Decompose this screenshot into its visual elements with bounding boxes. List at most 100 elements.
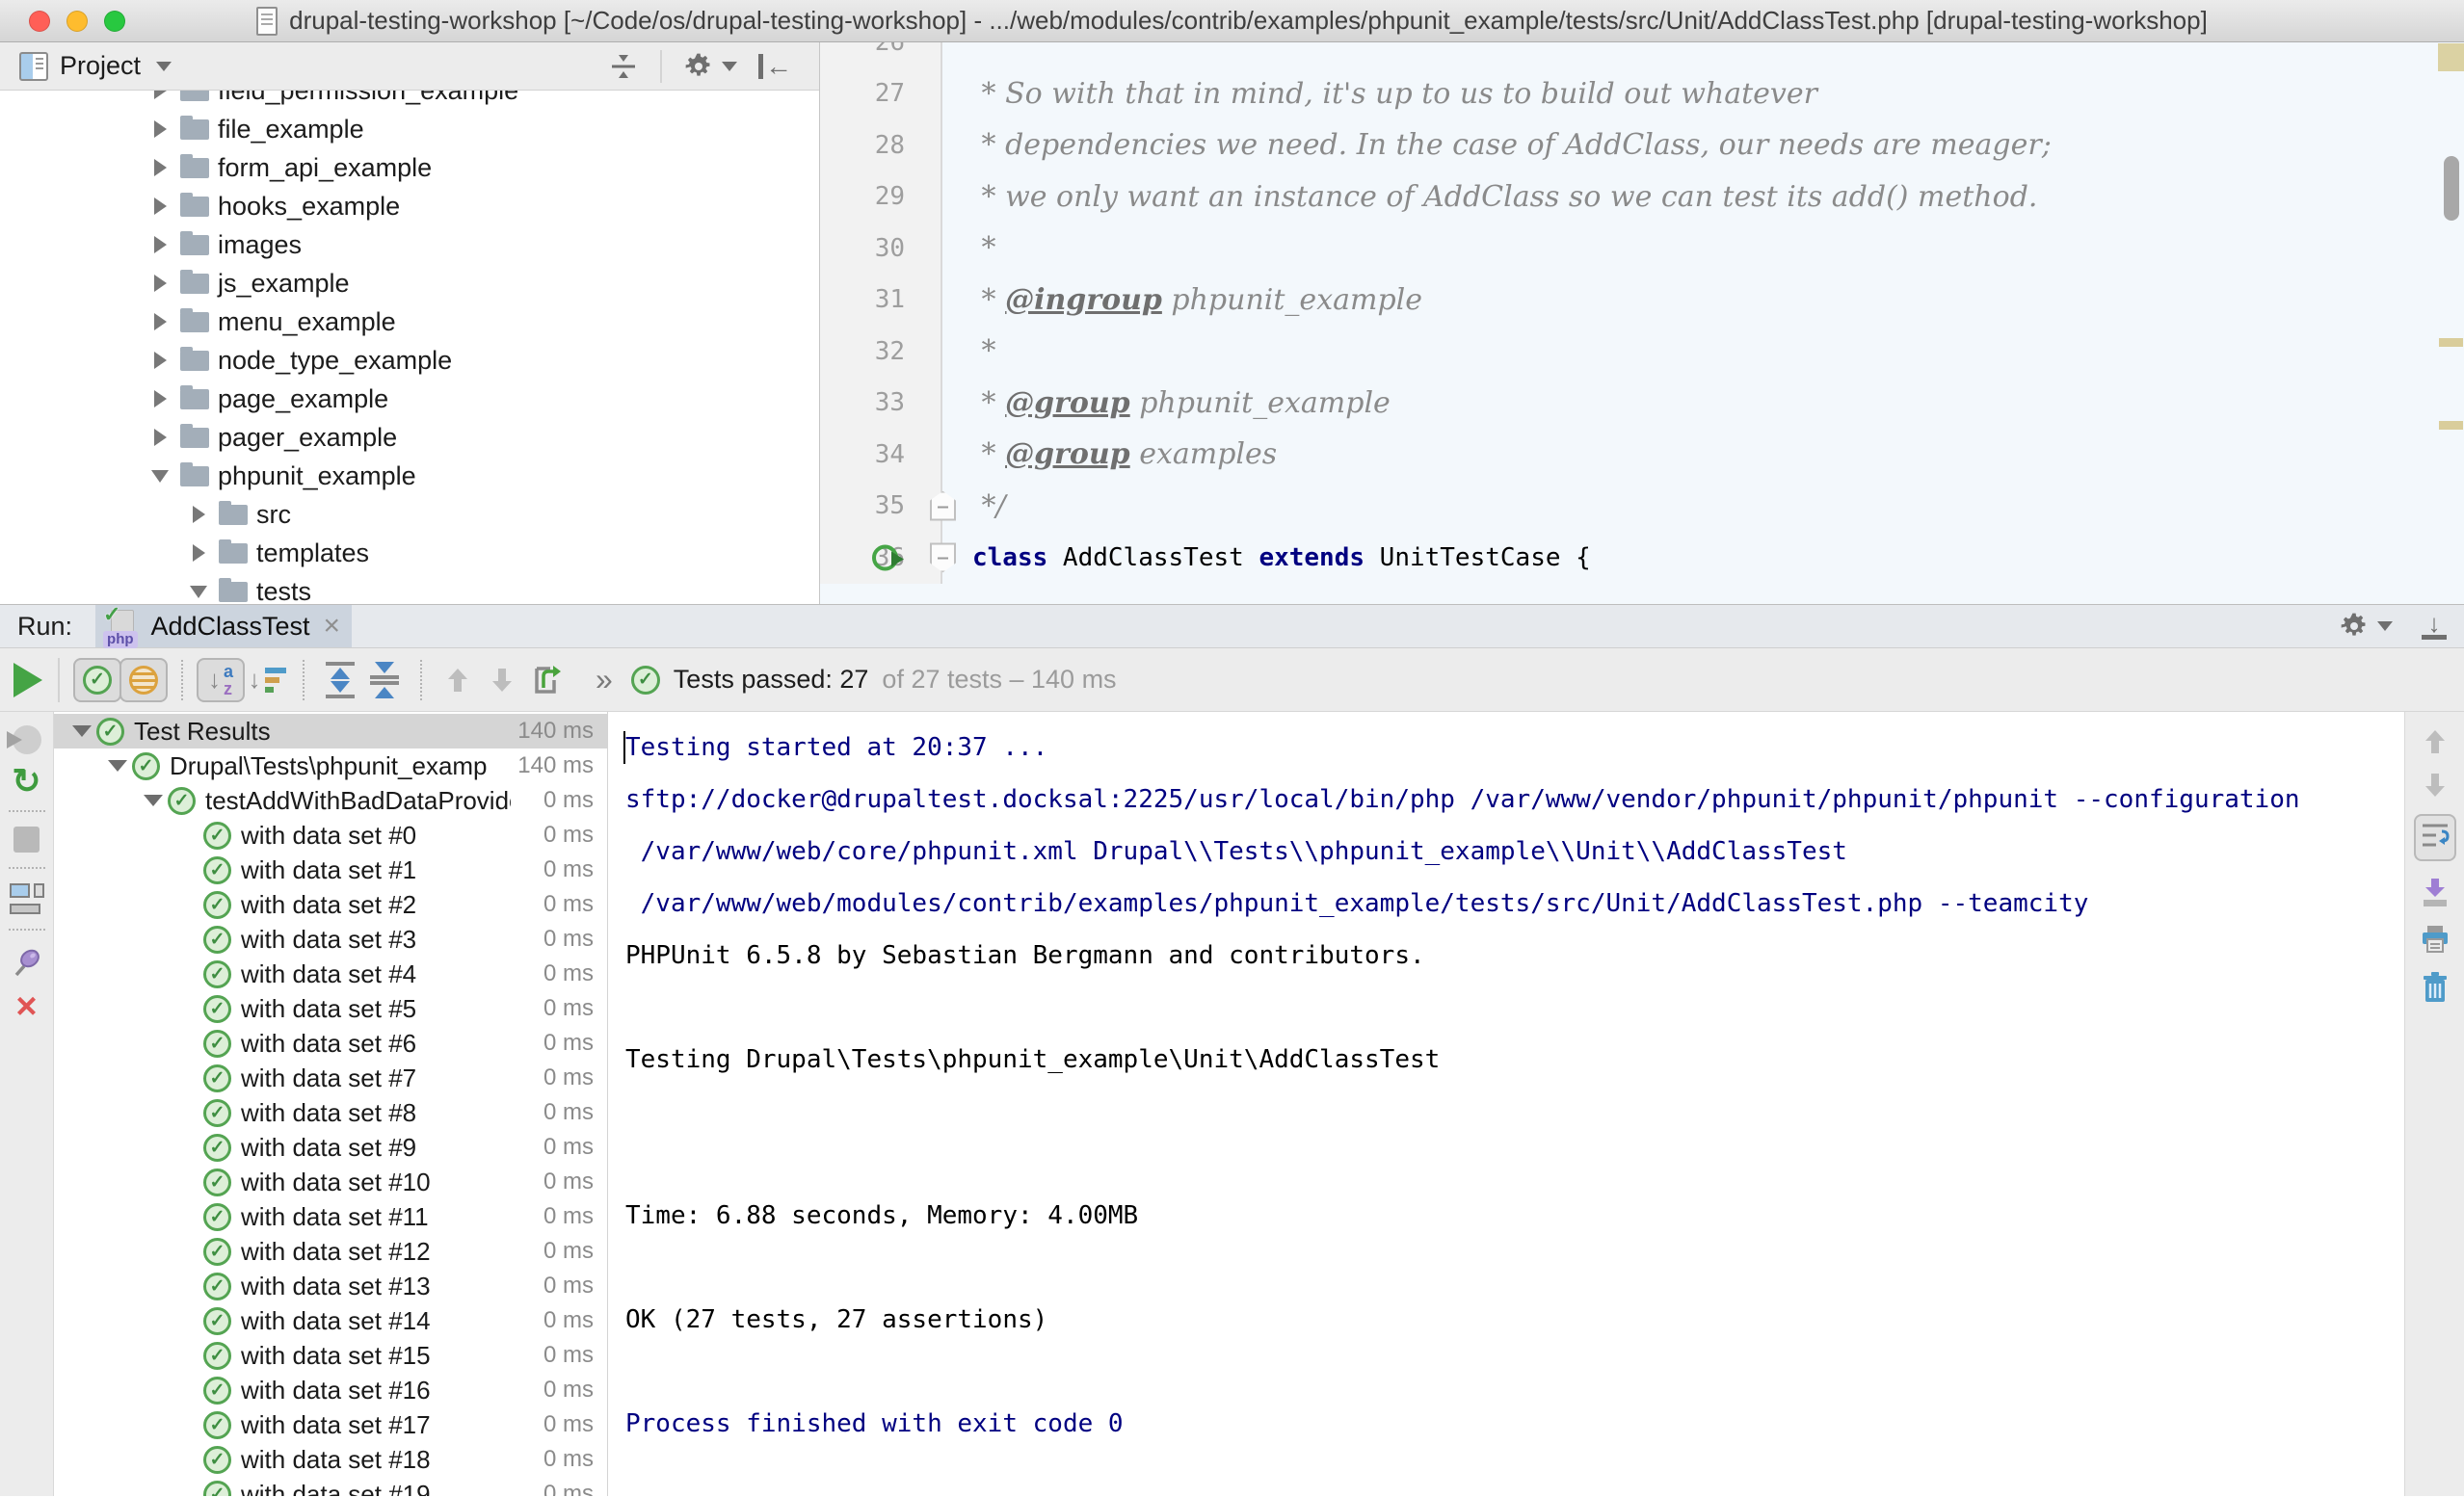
tree-expand-arrow-icon[interactable] <box>67 725 96 737</box>
project-panel-title[interactable]: Project <box>60 51 141 81</box>
test-tree-row[interactable]: with data set #1 0 ms <box>54 853 607 887</box>
editor-gutter[interactable]: 35 <box>820 481 942 533</box>
project-tree-row[interactable]: tests <box>0 572 819 604</box>
project-tree-row[interactable]: page_example <box>0 380 819 418</box>
import-test-results-button[interactable] <box>524 658 569 702</box>
clear-all-icon[interactable] <box>2420 970 2451 1005</box>
previous-occurrence-button[interactable] <box>436 658 480 702</box>
test-tree-row[interactable]: with data set #7 0 ms <box>54 1061 607 1095</box>
test-tree-row[interactable]: with data set #5 0 ms <box>54 991 607 1026</box>
test-tree-row[interactable]: with data set #15 0 ms <box>54 1338 607 1373</box>
editor-gutter[interactable]: 31 <box>820 275 942 327</box>
tree-expand-arrow-icon[interactable] <box>185 586 212 598</box>
sort-by-duration-button[interactable]: ↓ <box>245 658 289 702</box>
editor-gutter[interactable]: 28 <box>820 119 942 171</box>
editor-gutter[interactable]: 30 <box>820 223 942 275</box>
editor-scrollbar-thumb[interactable] <box>2444 156 2459 221</box>
project-tree-row[interactable]: js_example <box>0 264 819 302</box>
tree-expand-arrow-icon[interactable] <box>103 760 132 772</box>
rerun-failed-tests-icon[interactable]: ↻ <box>12 767 40 796</box>
collapse-panels-icon[interactable] <box>608 51 639 82</box>
stop-icon[interactable] <box>13 827 40 853</box>
test-tree-row[interactable]: with data set #16 0 ms <box>54 1373 607 1407</box>
project-tree-row[interactable]: phpunit_example <box>0 457 819 495</box>
tree-expand-arrow-icon[interactable] <box>146 91 173 99</box>
next-occurrence-button[interactable] <box>480 658 524 702</box>
run-settings-button[interactable] <box>2339 611 2393 642</box>
show-ignored-toggle[interactable] <box>119 658 168 702</box>
project-tree-row[interactable]: pager_example <box>0 418 819 457</box>
up-stack-trace-icon[interactable] <box>2421 727 2450 756</box>
test-tree-row[interactable]: with data set #18 0 ms <box>54 1442 607 1477</box>
run-test-gutter-icon[interactable] <box>872 544 898 570</box>
down-stack-trace-icon[interactable] <box>2421 771 2450 800</box>
test-tree-row[interactable]: with data set #19 0 ms <box>54 1477 607 1496</box>
more-toolbar-chevron[interactable]: » <box>596 662 610 697</box>
tree-expand-arrow-icon[interactable] <box>146 159 173 176</box>
project-tree-row[interactable]: images <box>0 225 819 264</box>
close-window-button[interactable] <box>29 11 50 32</box>
minimize-window-button[interactable] <box>66 11 88 32</box>
hide-panel-icon[interactable]: ← <box>758 51 792 82</box>
test-tree-row[interactable]: with data set #9 0 ms <box>54 1130 607 1165</box>
project-tree-row[interactable]: node_type_example <box>0 341 819 380</box>
test-tree-row[interactable]: with data set #14 0 ms <box>54 1303 607 1338</box>
test-tree-row[interactable]: Test Results 140 ms <box>54 714 607 748</box>
tree-expand-arrow-icon[interactable] <box>185 506 212 523</box>
tree-expand-arrow-icon[interactable] <box>146 390 173 407</box>
project-tree-row[interactable]: menu_example <box>0 302 819 341</box>
code-editor[interactable]: 26 27 * So with that in mind, it's up to… <box>820 42 2464 604</box>
print-icon[interactable] <box>2419 923 2451 956</box>
project-tree-row[interactable]: templates <box>0 534 819 572</box>
pin-tab-icon[interactable] <box>10 945 44 980</box>
test-tree-row[interactable]: Drupal\Tests\phpunit_examp 140 ms <box>54 748 607 783</box>
project-tree-row[interactable]: field_permission_example <box>0 91 819 110</box>
test-tree-row[interactable]: testAddWithBadDataProvider 0 ms <box>54 783 607 818</box>
rerun-tests-icon[interactable] <box>13 663 42 697</box>
close-tab-icon[interactable]: × <box>324 612 341 641</box>
tree-expand-arrow-icon[interactable] <box>146 120 173 138</box>
test-tree-row[interactable]: with data set #0 0 ms <box>54 818 607 853</box>
tree-expand-arrow-icon[interactable] <box>146 470 173 483</box>
tree-expand-arrow-icon[interactable] <box>139 795 168 806</box>
editor-gutter[interactable]: 34 <box>820 429 942 481</box>
tree-expand-arrow-icon[interactable] <box>146 352 173 369</box>
project-tree-row[interactable]: src <box>0 495 819 534</box>
test-tree-row[interactable]: with data set #17 0 ms <box>54 1407 607 1442</box>
test-tree-row[interactable]: with data set #10 0 ms <box>54 1165 607 1199</box>
test-tree-row[interactable]: with data set #3 0 ms <box>54 922 607 957</box>
test-tree-row[interactable]: with data set #12 0 ms <box>54 1234 607 1269</box>
tree-expand-arrow-icon[interactable] <box>146 275 173 292</box>
editor-gutter[interactable]: 29 <box>820 171 942 223</box>
close-icon[interactable]: × <box>15 992 37 1021</box>
chevron-down-icon[interactable] <box>156 62 172 71</box>
run-tab[interactable]: ✓ php AddClassTest × <box>95 605 352 647</box>
expand-all-button[interactable] <box>318 658 362 702</box>
editor-gutter[interactable]: 33 <box>820 378 942 430</box>
sort-alphabetically-toggle[interactable]: ↓ az <box>197 658 245 702</box>
collapse-all-button[interactable] <box>362 658 407 702</box>
hide-panel-icon[interactable]: ↓ <box>2422 613 2447 640</box>
editor-gutter[interactable]: 27 <box>820 68 942 120</box>
zoom-window-button[interactable] <box>104 11 125 32</box>
test-tree-row[interactable]: with data set #6 0 ms <box>54 1026 607 1061</box>
project-tree-row[interactable]: hooks_example <box>0 187 819 225</box>
project-tree-row[interactable]: file_example <box>0 110 819 148</box>
tree-expand-arrow-icon[interactable] <box>146 429 173 446</box>
rerun-icon[interactable] <box>13 725 41 754</box>
test-console-output[interactable]: Testing started at 20:37 ...sftp://docke… <box>608 712 2404 1496</box>
test-tree-row[interactable]: with data set #13 0 ms <box>54 1269 607 1303</box>
test-tree-row[interactable]: with data set #8 0 ms <box>54 1095 607 1130</box>
layout-settings-icon[interactable] <box>10 883 44 914</box>
editor-gutter[interactable]: 32 <box>820 326 942 378</box>
editor-gutter[interactable]: 36 <box>820 532 942 584</box>
test-tree-row[interactable]: with data set #4 0 ms <box>54 957 607 991</box>
editor-gutter[interactable]: 26 <box>820 42 942 68</box>
test-tree-row[interactable]: with data set #11 0 ms <box>54 1199 607 1234</box>
show-passed-toggle[interactable] <box>73 658 121 702</box>
soft-wrap-toggle[interactable] <box>2414 814 2456 861</box>
tree-expand-arrow-icon[interactable] <box>185 544 212 562</box>
test-tree-row[interactable]: with data set #2 0 ms <box>54 887 607 922</box>
tree-expand-arrow-icon[interactable] <box>146 313 173 330</box>
scroll-to-end-icon[interactable] <box>2419 876 2451 908</box>
